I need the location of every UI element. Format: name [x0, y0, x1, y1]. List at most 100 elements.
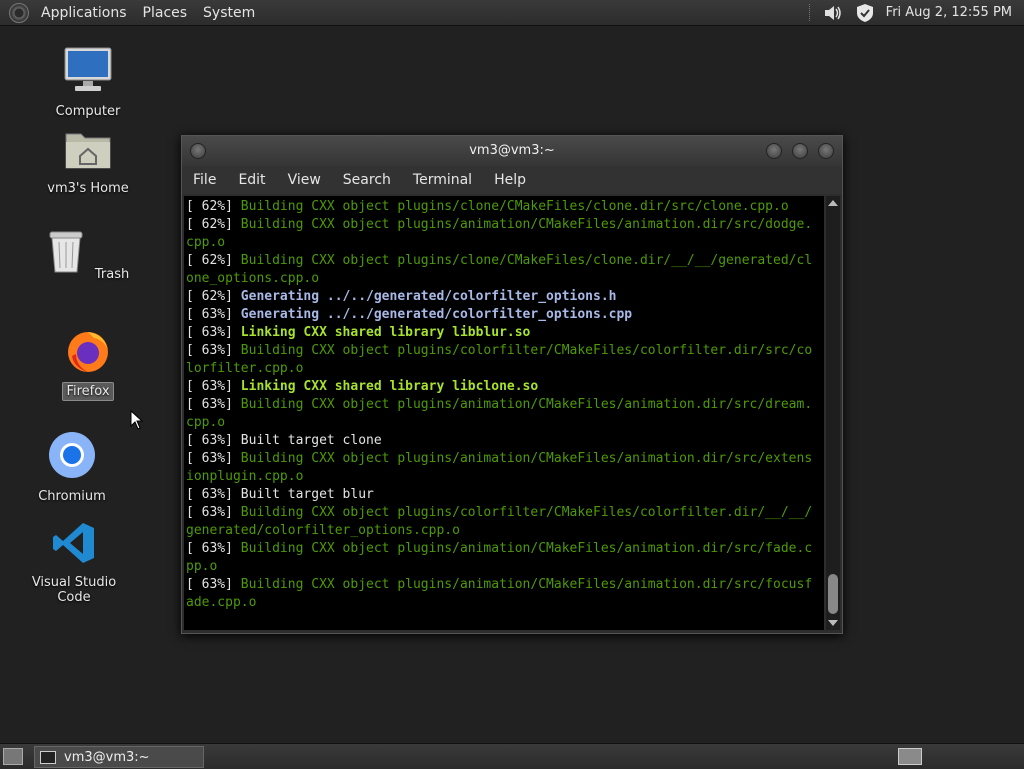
terminal-line: cpp.o	[186, 234, 824, 252]
build-message: Linking CXX shared library libclone.so	[240, 379, 539, 394]
menu-help[interactable]: Help	[483, 172, 537, 188]
menu-search[interactable]: Search	[332, 172, 402, 188]
build-message: pp.o	[186, 559, 218, 574]
show-desktop-icon[interactable]	[3, 748, 23, 765]
terminal-line: [ 63%] Building CXX object plugins/anima…	[186, 396, 824, 414]
close-button[interactable]	[818, 143, 834, 159]
desktop-icon-chromium[interactable]: Chromium	[22, 430, 122, 505]
minimize-button[interactable]	[766, 143, 782, 159]
clock[interactable]: Fri Aug 2, 12:55 PM	[876, 5, 1024, 20]
panel-tray: Fri Aug 2, 12:55 PM	[808, 0, 1024, 25]
desktop-icon-label: Visual Studio Code	[31, 575, 117, 605]
scrollbar-thumb[interactable]	[828, 574, 838, 614]
bottom-panel: vm3@vm3:~	[0, 743, 1024, 769]
terminal-line: ade.cpp.o	[186, 594, 824, 612]
build-message: Generating ../../generated/colorfilter_o…	[240, 307, 633, 322]
applications-menu[interactable]: Applications	[33, 5, 135, 21]
desktop-icon-computer[interactable]: Computer	[38, 45, 138, 120]
build-message: Building CXX object plugins/clone/CMakeF…	[240, 253, 813, 268]
menu-edit[interactable]: Edit	[227, 172, 276, 188]
build-message: Building CXX object plugins/clone/CMakeF…	[240, 199, 789, 214]
menu-file[interactable]: File	[182, 172, 227, 188]
scroll-down-arrow-icon[interactable]	[828, 620, 838, 626]
firefox-icon	[68, 332, 108, 372]
progress-percent: [ 63%]	[186, 451, 241, 466]
terminal-line: [ 63%] Generating ../../generated/colorf…	[186, 306, 824, 324]
top-panel: Applications Places System Fri Aug 2, 12…	[0, 0, 1024, 26]
progress-percent: [ 63%]	[186, 577, 241, 592]
progress-percent: [ 63%]	[186, 325, 241, 340]
terminal-line: [ 63%] Building CXX object plugins/anima…	[186, 576, 824, 594]
terminal-line: [ 63%] Building CXX object plugins/color…	[186, 342, 824, 360]
build-message: Building CXX object plugins/animation/CM…	[240, 217, 813, 232]
terminal-line: ionplugin.cpp.o	[186, 468, 824, 486]
progress-percent: [ 63%]	[186, 505, 241, 520]
terminal-line: [ 63%] Building CXX object plugins/anima…	[186, 540, 824, 558]
volume-icon[interactable]	[822, 3, 844, 23]
taskbar-item-label: vm3@vm3:~	[64, 749, 150, 765]
terminal-line: [ 62%] Generating ../../generated/colorf…	[186, 288, 824, 306]
build-message: Building CXX object plugins/animation/CM…	[240, 541, 813, 556]
desktop-icon-home[interactable]: vm3's Home	[38, 128, 138, 197]
progress-percent: [ 62%]	[186, 199, 241, 214]
terminal-line: [ 62%] Building CXX object plugins/clone…	[186, 198, 824, 216]
desktop-icon-trash[interactable]: Trash	[38, 228, 138, 283]
taskbar-item-terminal[interactable]: vm3@vm3:~	[34, 746, 204, 768]
terminal-icon	[40, 750, 56, 764]
desktop-icon-firefox[interactable]: Firefox	[38, 326, 138, 401]
terminal-line: one_options.cpp.o	[186, 270, 824, 288]
progress-percent: [ 63%]	[186, 307, 241, 322]
progress-percent: [ 63%]	[186, 487, 241, 502]
scroll-up-arrow-icon[interactable]	[828, 200, 838, 206]
build-message: one_options.cpp.o	[186, 271, 320, 286]
progress-percent: [ 63%]	[186, 541, 241, 556]
window-menu-button[interactable]	[190, 143, 206, 159]
build-message: Building CXX object plugins/animation/CM…	[240, 577, 813, 592]
workspace-switcher[interactable]	[898, 748, 922, 765]
terminal-line: [ 63%] Built target blur	[186, 486, 824, 504]
panel-separator	[808, 4, 816, 21]
window-titlebar[interactable]: vm3@vm3:~	[182, 136, 842, 166]
build-message: ade.cpp.o	[186, 595, 257, 610]
menu-view[interactable]: View	[277, 172, 332, 188]
mouse-cursor-icon	[130, 410, 144, 430]
terminal-line: [ 63%] Built target clone	[186, 432, 824, 450]
maximize-button[interactable]	[792, 143, 808, 159]
chromium-icon	[49, 432, 95, 478]
build-message: Building CXX object plugins/colorfilter/…	[240, 343, 813, 358]
progress-percent: [ 63%]	[186, 343, 241, 358]
build-message: Building CXX object plugins/animation/CM…	[240, 451, 813, 466]
build-message: Linking CXX shared library libblur.so	[240, 325, 531, 340]
terminal-menubar: File Edit View Search Terminal Help	[182, 166, 842, 194]
places-menu[interactable]: Places	[135, 5, 196, 21]
terminal-output[interactable]: [ 62%] Building CXX object plugins/clone…	[184, 196, 824, 630]
progress-percent: [ 63%]	[186, 379, 241, 394]
terminal-line: [ 63%] Building CXX object plugins/color…	[186, 504, 824, 522]
terminal-line: lorfilter.cpp.o	[186, 360, 824, 378]
terminal-line: [ 63%] Linking CXX shared library libblu…	[186, 324, 824, 342]
window-title: vm3@vm3:~	[469, 143, 555, 158]
desktop-icon-label: Chromium	[38, 489, 106, 504]
terminal-line: cpp.o	[186, 414, 824, 432]
build-message: ionplugin.cpp.o	[186, 469, 304, 484]
shield-check-icon[interactable]	[854, 2, 876, 24]
terminal-window[interactable]: vm3@vm3:~ File Edit View Search Terminal…	[181, 135, 843, 634]
build-message: Built target blur	[240, 487, 374, 502]
build-message: Built target clone	[240, 433, 382, 448]
terminal-line: [ 63%] Linking CXX shared library libclo…	[186, 378, 824, 396]
build-message: cpp.o	[186, 235, 226, 250]
terminal-line: [ 62%] Building CXX object plugins/clone…	[186, 252, 824, 270]
desktop-icon-label: vm3's Home	[47, 181, 129, 196]
build-message: generated/colorfilter_options.cpp.o	[186, 523, 460, 538]
menu-logo-icon[interactable]	[9, 2, 29, 23]
desktop-icon-label: Trash	[94, 267, 130, 282]
menu-terminal[interactable]: Terminal	[402, 172, 483, 188]
monitor-icon	[64, 47, 112, 91]
build-message: Generating ../../generated/colorfilter_o…	[240, 289, 617, 304]
desktop-icon-vscode[interactable]: Visual Studio Code	[14, 520, 134, 606]
progress-percent: [ 63%]	[186, 397, 241, 412]
terminal-scrollbar[interactable]	[826, 196, 840, 630]
build-message: lorfilter.cpp.o	[186, 361, 304, 376]
system-menu[interactable]: System	[195, 5, 263, 21]
trash-icon	[49, 231, 83, 273]
